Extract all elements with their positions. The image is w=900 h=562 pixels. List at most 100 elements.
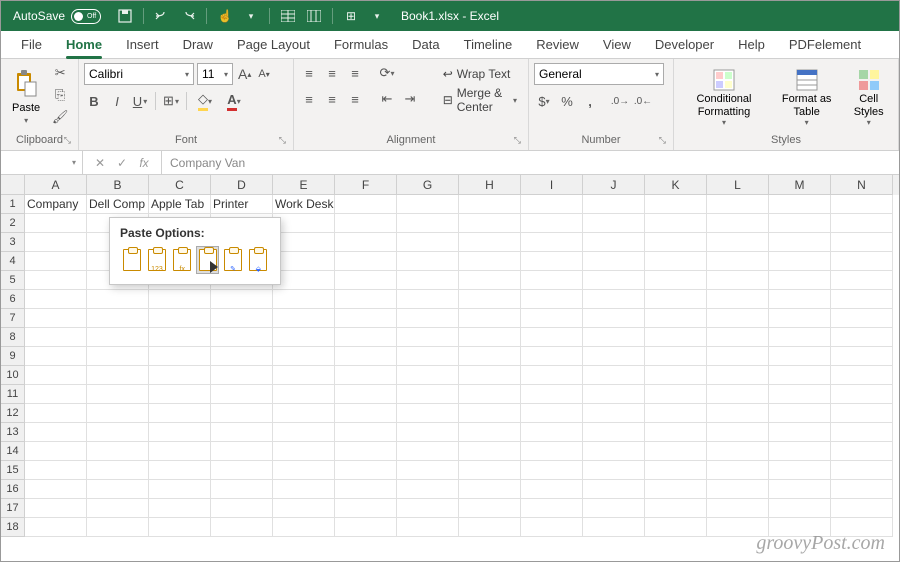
chevron-down-icon[interactable]: ▾ — [369, 8, 385, 24]
row-header[interactable]: 16 — [1, 480, 25, 499]
cell[interactable] — [521, 404, 583, 423]
tab-file[interactable]: File — [9, 32, 54, 58]
fx-icon[interactable]: fx — [135, 156, 153, 170]
tab-page-layout[interactable]: Page Layout — [225, 32, 322, 58]
dialog-launcher-icon[interactable]: ⤡ — [659, 135, 666, 146]
cell[interactable] — [335, 366, 397, 385]
cell[interactable] — [769, 347, 831, 366]
underline-button[interactable]: U▾ — [130, 91, 150, 111]
paste-option-values[interactable]: 123 — [145, 246, 168, 274]
table-icon[interactable] — [280, 8, 296, 24]
cell[interactable] — [459, 442, 521, 461]
cell[interactable] — [87, 385, 149, 404]
tab-formulas[interactable]: Formulas — [322, 32, 400, 58]
paste-option-paste[interactable] — [120, 246, 143, 274]
paste-button[interactable]: Paste▾ — [6, 63, 46, 133]
cell[interactable] — [521, 480, 583, 499]
enter-icon[interactable]: ✓ — [113, 156, 131, 170]
cell[interactable] — [645, 442, 707, 461]
font-size-combo[interactable]: 11▾ — [197, 63, 233, 85]
cell[interactable] — [583, 499, 645, 518]
tab-help[interactable]: Help — [726, 32, 777, 58]
cell[interactable] — [87, 423, 149, 442]
cell[interactable] — [25, 442, 87, 461]
tab-timeline[interactable]: Timeline — [452, 32, 525, 58]
cell[interactable] — [459, 366, 521, 385]
autosave-toggle[interactable]: AutoSave Off — [13, 9, 101, 24]
percent-button[interactable]: % — [557, 91, 577, 111]
cell[interactable] — [459, 195, 521, 214]
row-header[interactable]: 10 — [1, 366, 25, 385]
cell[interactable] — [831, 214, 893, 233]
cell[interactable] — [397, 252, 459, 271]
save-icon[interactable] — [117, 8, 133, 24]
cell[interactable] — [459, 423, 521, 442]
cell[interactable] — [211, 480, 273, 499]
cell[interactable] — [149, 442, 211, 461]
cell[interactable] — [645, 252, 707, 271]
cell[interactable] — [335, 214, 397, 233]
cell[interactable] — [25, 290, 87, 309]
cell[interactable] — [273, 252, 335, 271]
align-right-icon[interactable]: ≡ — [345, 89, 365, 109]
cell[interactable] — [149, 328, 211, 347]
cell[interactable] — [211, 423, 273, 442]
cell[interactable] — [521, 252, 583, 271]
wrap-text-button[interactable]: ↩Wrap Text — [437, 63, 523, 85]
cell[interactable] — [459, 518, 521, 537]
cell[interactable] — [25, 309, 87, 328]
tab-home[interactable]: Home — [54, 32, 114, 58]
cell[interactable] — [521, 385, 583, 404]
cell[interactable] — [87, 309, 149, 328]
row-header[interactable]: 14 — [1, 442, 25, 461]
row-header[interactable]: 11 — [1, 385, 25, 404]
format-as-table-button[interactable]: Format as Table▾ — [773, 63, 840, 133]
dialog-launcher-icon[interactable]: ⤡ — [514, 135, 521, 146]
cell[interactable] — [87, 290, 149, 309]
cell[interactable] — [273, 423, 335, 442]
cell[interactable] — [25, 480, 87, 499]
cell[interactable] — [831, 480, 893, 499]
cell[interactable] — [769, 309, 831, 328]
row-header[interactable]: 3 — [1, 233, 25, 252]
cell[interactable] — [459, 290, 521, 309]
autosave-switch[interactable]: Off — [71, 9, 101, 24]
paste-option-formatting[interactable]: ✎ — [221, 246, 244, 274]
cell[interactable] — [87, 347, 149, 366]
cell[interactable] — [707, 309, 769, 328]
row-header[interactable]: 5 — [1, 271, 25, 290]
cell[interactable] — [273, 309, 335, 328]
col-header[interactable]: I — [521, 175, 583, 195]
number-format-combo[interactable]: General▾ — [534, 63, 664, 85]
tab-review[interactable]: Review — [524, 32, 591, 58]
row-header[interactable]: 2 — [1, 214, 25, 233]
cell[interactable] — [583, 366, 645, 385]
cell[interactable] — [459, 328, 521, 347]
decrease-decimal-icon[interactable]: .0← — [633, 91, 653, 111]
cell[interactable] — [769, 423, 831, 442]
cell[interactable] — [521, 233, 583, 252]
align-top-icon[interactable]: ≡ — [299, 63, 319, 83]
cell[interactable] — [707, 442, 769, 461]
cut-icon[interactable]: ✂ — [50, 63, 70, 83]
cell[interactable] — [211, 309, 273, 328]
cell[interactable] — [273, 499, 335, 518]
col-header[interactable]: C — [149, 175, 211, 195]
cell[interactable] — [459, 233, 521, 252]
comma-button[interactable]: , — [580, 91, 600, 111]
row-header[interactable]: 17 — [1, 499, 25, 518]
cancel-icon[interactable]: ✕ — [91, 156, 109, 170]
cell[interactable] — [25, 423, 87, 442]
cell[interactable] — [211, 385, 273, 404]
row-header[interactable]: 15 — [1, 461, 25, 480]
tab-developer[interactable]: Developer — [643, 32, 726, 58]
cell[interactable] — [521, 290, 583, 309]
touch-mode-icon[interactable]: ☝ — [217, 8, 233, 24]
cell[interactable] — [459, 499, 521, 518]
cell[interactable] — [583, 385, 645, 404]
cell[interactable] — [87, 480, 149, 499]
cell[interactable] — [25, 271, 87, 290]
cell[interactable] — [769, 195, 831, 214]
cell[interactable] — [25, 328, 87, 347]
cell[interactable] — [707, 404, 769, 423]
